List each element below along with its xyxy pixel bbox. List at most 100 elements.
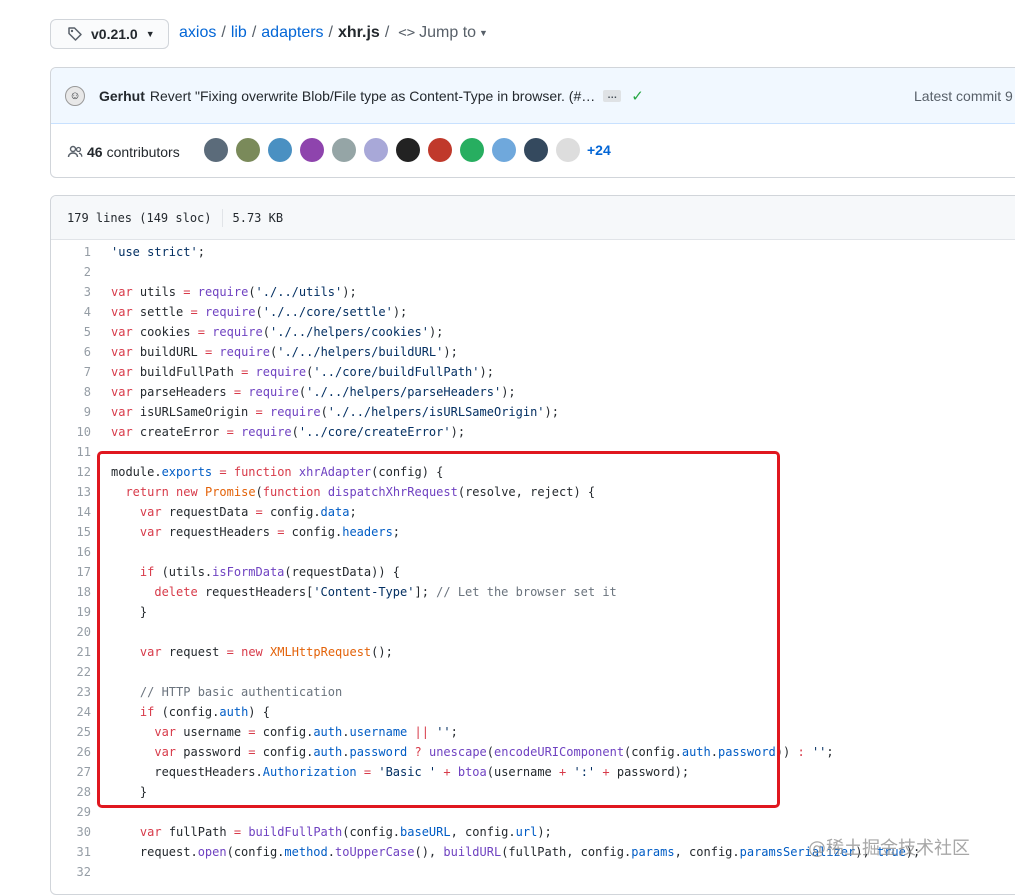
line-number[interactable]: 30 bbox=[51, 822, 91, 842]
line-number[interactable]: 6 bbox=[51, 342, 91, 362]
code-token: var bbox=[111, 425, 133, 439]
line-number[interactable]: 12 bbox=[51, 462, 91, 482]
line-number[interactable]: 18 bbox=[51, 582, 91, 602]
line-number[interactable]: 32 bbox=[51, 862, 91, 882]
contributor-avatar[interactable] bbox=[268, 138, 292, 162]
line-number[interactable]: 31 bbox=[51, 842, 91, 862]
line-number[interactable]: 2 bbox=[51, 262, 91, 282]
code-token: require bbox=[204, 305, 256, 319]
expand-commit-button[interactable]: … bbox=[603, 89, 622, 102]
line-number[interactable]: 8 bbox=[51, 382, 91, 402]
code-token: ); bbox=[450, 425, 466, 439]
code-token: ; bbox=[826, 745, 834, 759]
code-token: ); bbox=[479, 365, 494, 379]
line-number[interactable]: 9 bbox=[51, 402, 91, 422]
code-token: './../helpers/parseHeaders' bbox=[306, 385, 502, 399]
code-token: ); bbox=[537, 825, 552, 839]
code-token: utils bbox=[132, 285, 184, 299]
check-icon[interactable]: ✓ bbox=[631, 87, 644, 105]
more-contributors-link[interactable]: +24 bbox=[587, 142, 611, 158]
line-number[interactable]: 3 bbox=[51, 282, 91, 302]
line-number[interactable]: 16 bbox=[51, 542, 91, 562]
contributor-avatar[interactable] bbox=[396, 138, 420, 162]
line-number[interactable]: 11 bbox=[51, 442, 91, 462]
code-token: './../core/settle' bbox=[262, 305, 393, 319]
tag-icon bbox=[67, 26, 83, 42]
latest-commit-row: ☺ Gerhut Revert "Fixing overwrite Blob/F… bbox=[51, 68, 1015, 124]
line-number[interactable]: 28 bbox=[51, 782, 91, 802]
code-token: '../core/buildFullPath' bbox=[313, 365, 480, 379]
branch-label: v0.21.0 bbox=[91, 26, 138, 42]
breadcrumb-lib[interactable]: lib bbox=[231, 24, 247, 42]
code-token: require bbox=[248, 385, 299, 399]
code-token: buildFullPath bbox=[248, 825, 343, 839]
line-number[interactable]: 7 bbox=[51, 362, 91, 382]
code-token: (config. bbox=[342, 825, 401, 839]
line-number[interactable]: 15 bbox=[51, 522, 91, 542]
code-token: ( bbox=[262, 325, 270, 339]
contributor-avatar[interactable] bbox=[332, 138, 356, 162]
line-number[interactable]: 21 bbox=[51, 642, 91, 662]
code-token: . bbox=[327, 845, 335, 859]
code-token: 'use strict' bbox=[111, 245, 198, 259]
code-token: ; bbox=[197, 245, 213, 259]
line-number[interactable]: 17 bbox=[51, 562, 91, 582]
code-token: ); bbox=[342, 285, 357, 299]
code-token: : bbox=[797, 745, 805, 759]
contributor-avatar[interactable] bbox=[204, 138, 228, 162]
line-number[interactable]: 23 bbox=[51, 682, 91, 702]
code-token: buildFullPath bbox=[132, 365, 242, 379]
code-token: ); bbox=[392, 305, 408, 319]
code-token: require bbox=[212, 325, 263, 339]
contributor-avatar[interactable] bbox=[428, 138, 452, 162]
contributor-avatar[interactable] bbox=[460, 138, 484, 162]
code-token: url bbox=[515, 825, 538, 839]
breadcrumb-separator: / bbox=[221, 24, 226, 41]
contributor-avatar[interactable] bbox=[236, 138, 260, 162]
line-number[interactable]: 25 bbox=[51, 722, 91, 742]
contributor-avatar[interactable] bbox=[364, 138, 388, 162]
contributor-avatar[interactable] bbox=[556, 138, 580, 162]
commit-author[interactable]: Gerhut bbox=[99, 88, 145, 104]
code-token: ( bbox=[291, 425, 299, 439]
line-number[interactable]: 27 bbox=[51, 762, 91, 782]
avatar[interactable]: ☺ bbox=[65, 85, 85, 106]
code-line: var settle = require('./../core/settle')… bbox=[111, 302, 407, 322]
commit-message[interactable]: Revert "Fixing overwrite Blob/File type … bbox=[150, 88, 595, 104]
contributors-count[interactable]: 46 bbox=[87, 144, 103, 160]
line-number[interactable]: 29 bbox=[51, 802, 91, 822]
contributor-avatar[interactable] bbox=[300, 138, 324, 162]
line-number[interactable]: 20 bbox=[51, 622, 91, 642]
breadcrumb-repo[interactable]: axios bbox=[179, 24, 216, 42]
line-number[interactable]: 22 bbox=[51, 662, 91, 682]
code-line: var buildFullPath = require('../core/bui… bbox=[111, 362, 494, 382]
line-number[interactable]: 4 bbox=[51, 302, 91, 322]
latest-commit-label[interactable]: Latest commit 9 bbox=[914, 88, 1013, 104]
code-token: = bbox=[190, 305, 198, 319]
line-number[interactable]: 10 bbox=[51, 422, 91, 442]
code-token: ); bbox=[428, 325, 444, 339]
breadcrumb-file: xhr.js bbox=[338, 24, 380, 41]
line-number[interactable]: 24 bbox=[51, 702, 91, 722]
code-token: '../core/createError' bbox=[298, 425, 451, 439]
line-number[interactable]: 19 bbox=[51, 602, 91, 622]
line-number[interactable]: 13 bbox=[51, 482, 91, 502]
line-number[interactable]: 26 bbox=[51, 742, 91, 762]
breadcrumb-adapters[interactable]: adapters bbox=[261, 24, 323, 42]
line-number[interactable]: 14 bbox=[51, 502, 91, 522]
contributor-avatar[interactable] bbox=[524, 138, 548, 162]
contributors-label[interactable]: contributors bbox=[107, 144, 180, 160]
contributor-avatar[interactable] bbox=[492, 138, 516, 162]
line-number[interactable]: 5 bbox=[51, 322, 91, 342]
watermark: @稀土掘金技术社区 bbox=[808, 838, 970, 859]
jump-to-button[interactable]: <> Jump to ▼ bbox=[398, 24, 488, 42]
code-token: './../helpers/cookies' bbox=[270, 325, 429, 339]
branch-select-button[interactable]: v0.21.0 ▼ bbox=[50, 19, 169, 49]
code-token: './../utils' bbox=[255, 285, 343, 299]
line-number[interactable]: 1 bbox=[51, 242, 91, 262]
code-token: '' bbox=[811, 745, 827, 759]
